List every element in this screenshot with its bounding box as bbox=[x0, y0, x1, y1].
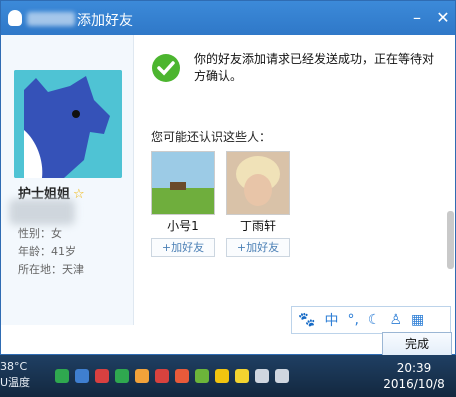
system-tray bbox=[55, 369, 289, 383]
avatar-dog-icon bbox=[14, 70, 122, 178]
suggest-title: 您可能还认识这些人： bbox=[151, 130, 272, 144]
profile-location: 所在地：天津 bbox=[18, 263, 84, 276]
time: 20:39 bbox=[396, 361, 432, 375]
grid-icon[interactable]: ▦ bbox=[411, 312, 424, 328]
volume-icon[interactable] bbox=[275, 369, 289, 383]
add-friend-button[interactable]: +加好友 bbox=[151, 238, 215, 257]
cpu-temperature: 38°C U温度 bbox=[0, 359, 30, 391]
suggestion-name: 丁雨轩 bbox=[239, 219, 276, 233]
scrollbar[interactable] bbox=[447, 211, 454, 269]
profile-age: 年龄：41岁 bbox=[18, 245, 76, 258]
clock[interactable]: 20:39 2016/10/8 bbox=[372, 360, 456, 392]
punctuation-icon[interactable]: °, bbox=[347, 312, 358, 328]
profile-panel: 护士姐姐 ☆ 性别：女 年龄：41岁 所在地：天津 bbox=[1, 35, 134, 325]
shield-icon[interactable] bbox=[55, 369, 69, 383]
qq-icon[interactable] bbox=[215, 369, 229, 383]
title-redacted bbox=[27, 12, 75, 26]
moon-icon[interactable]: ☾ bbox=[368, 312, 381, 328]
minimize-button[interactable]: – bbox=[407, 8, 427, 28]
netease-icon[interactable] bbox=[155, 369, 169, 383]
suggestion-photo[interactable] bbox=[151, 151, 215, 215]
profile-redacted bbox=[9, 199, 75, 225]
network-icon[interactable] bbox=[255, 369, 269, 383]
cube-icon[interactable] bbox=[75, 369, 89, 383]
taskbar: 38°C U温度 20:39 2016/10/8 bbox=[0, 355, 456, 397]
paw-icon[interactable]: 🐾 bbox=[298, 312, 315, 328]
success-message: 你的好友添加请求已经发送成功，正在等待对方确认。 bbox=[194, 52, 435, 83]
ime-toolbar: 🐾 中 °, ☾ ♙ ▦ bbox=[291, 306, 451, 334]
wechat-icon[interactable] bbox=[115, 369, 129, 383]
temp-value: 38°C bbox=[0, 360, 28, 373]
nvidia-icon[interactable] bbox=[195, 369, 209, 383]
add-friend-window: 添加好友 – ✕ 护士姐姐 ☆ 性别：女 年龄：41岁 所在地：天津 你的好友添加… bbox=[0, 0, 456, 356]
temp-label: U温度 bbox=[0, 376, 31, 389]
window-title: 添加好友 bbox=[77, 13, 133, 29]
chinese-icon[interactable]: 中 bbox=[324, 310, 338, 330]
suggestion-photo[interactable] bbox=[226, 151, 290, 215]
add-friend-button[interactable]: +加好友 bbox=[226, 238, 290, 257]
close-button[interactable]: ✕ bbox=[433, 8, 453, 28]
avatar bbox=[14, 70, 122, 178]
record-icon[interactable] bbox=[95, 369, 109, 383]
suggestion-card: 丁雨轩 +加好友 bbox=[226, 151, 290, 257]
done-button[interactable]: 完成 bbox=[382, 332, 452, 356]
suggestion-card: 小号1 +加好友 bbox=[151, 151, 215, 257]
suggestion-name: 小号1 bbox=[167, 219, 199, 233]
play-icon[interactable] bbox=[175, 369, 189, 383]
titlebar: 添加好友 – ✕ bbox=[1, 1, 455, 35]
date: 2016/10/8 bbox=[383, 377, 445, 391]
star-icon: ☆ bbox=[73, 187, 85, 202]
profile-gender: 性别：女 bbox=[18, 227, 62, 240]
plus-icon[interactable] bbox=[235, 369, 249, 383]
app-icon[interactable] bbox=[135, 369, 149, 383]
qq-logo-icon bbox=[8, 10, 22, 26]
user-icon[interactable]: ♙ bbox=[389, 312, 402, 328]
success-check-icon bbox=[152, 54, 180, 82]
